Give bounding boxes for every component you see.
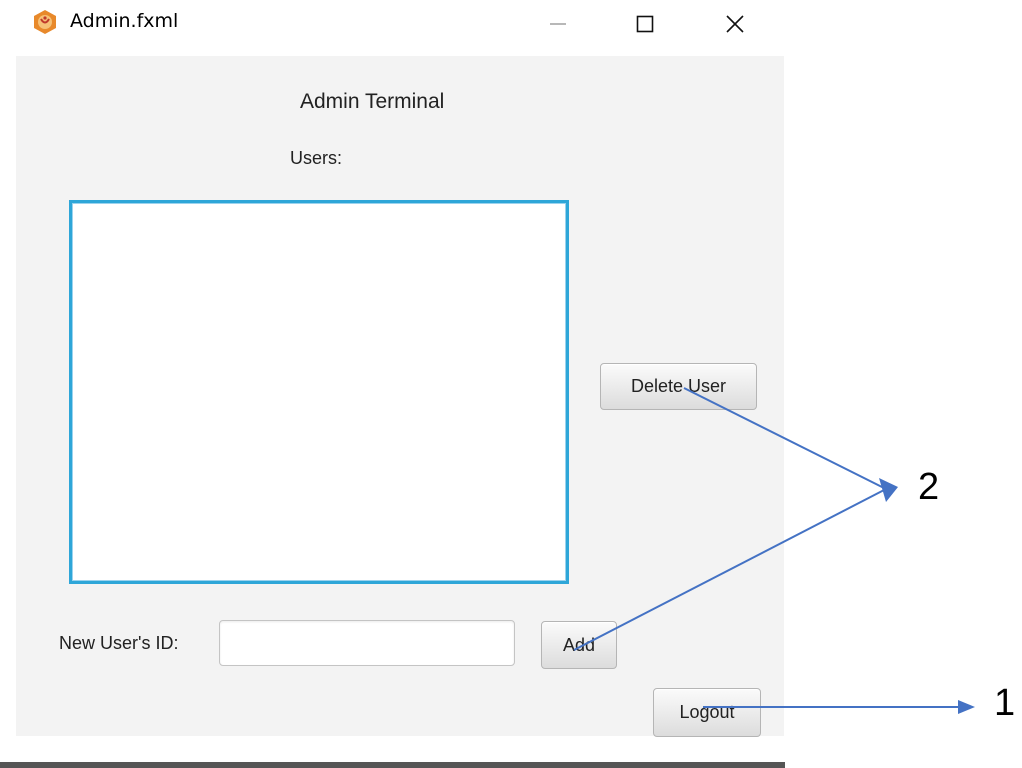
users-list[interactable] [69, 200, 569, 584]
new-user-id-label: New User's ID: [59, 633, 179, 653]
callout-label-2: 2 [918, 466, 940, 508]
java-app-icon [34, 10, 56, 34]
maximize-icon [636, 15, 654, 33]
add-button[interactable]: Add [541, 621, 617, 669]
maximize-button[interactable] [622, 4, 668, 44]
page-title: Admin Terminal [300, 90, 445, 113]
minimize-button[interactable] [535, 4, 581, 44]
admin-panel: Admin Terminal Users: Delete User New Us… [16, 56, 784, 737]
users-label: Users: [290, 148, 343, 168]
minimize-icon [550, 23, 566, 25]
callout-label-1: 1 [994, 682, 1016, 724]
screenshot: Admin.fxml Admin Terminal Users: Delete … [0, 0, 1022, 768]
new-user-id-input[interactable] [219, 620, 515, 666]
window-bottom-edge [0, 762, 785, 768]
title-bar[interactable]: Admin.fxml [0, 0, 785, 48]
delete-user-button[interactable]: Delete User [600, 363, 757, 410]
close-icon [726, 15, 744, 33]
close-button[interactable] [712, 4, 758, 44]
logout-button[interactable]: Logout [653, 688, 761, 737]
window-title: Admin.fxml [70, 10, 179, 32]
